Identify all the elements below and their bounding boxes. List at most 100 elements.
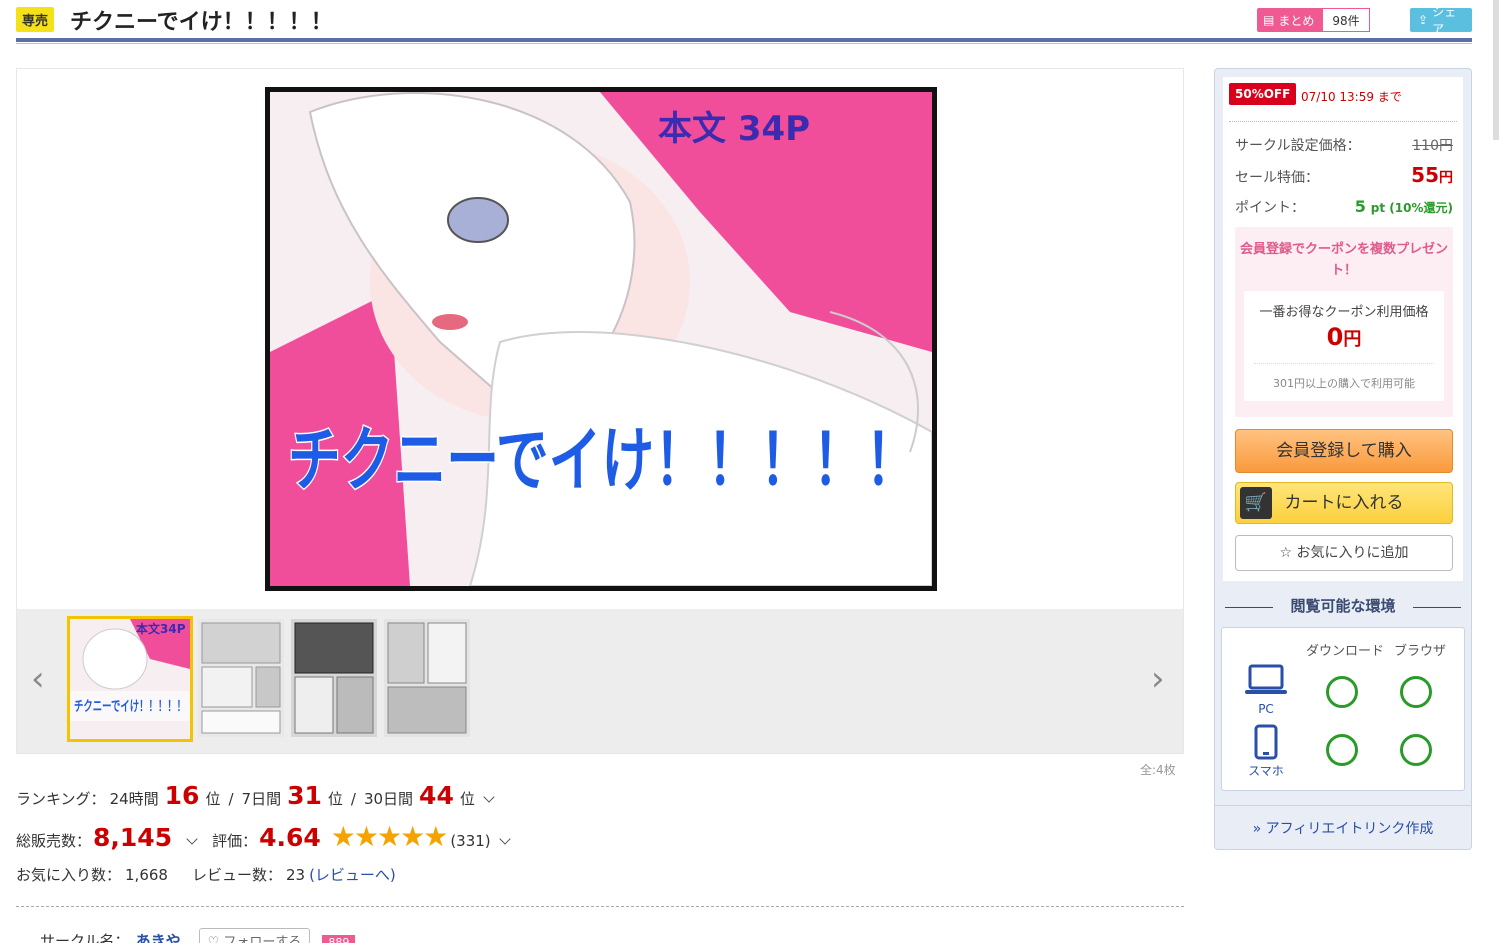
thumbnail-4[interactable] (384, 619, 470, 737)
sales-label: 総販売数： (16, 832, 92, 850)
thumbnail-1-title: チクニーでイけ！！！！！ (74, 699, 186, 715)
rating-label: 評価： (212, 832, 258, 850)
purchase-sidebar: 50%OFF 07/10 13:59 まで サークル設定価格： 110円 セール… (1214, 68, 1472, 850)
section-divider (16, 906, 1184, 907)
favorites-row: お気に入り数： 1,668 レビュー数： 23 (レビューへ) (16, 864, 396, 885)
divider (1229, 121, 1457, 122)
list-price-label: サークル設定価格： (1235, 138, 1361, 154)
sale-badge: 50%OFF (1229, 83, 1297, 105)
heart-icon: ♡ (207, 935, 220, 943)
ranking-label: ランキング： (16, 790, 106, 808)
coupon-price-unit: 円 (1343, 329, 1362, 350)
exclusive-badge: 専売 (16, 7, 55, 32)
matome-label-wrap: ▤ まとめ (1257, 8, 1323, 32)
reviews-label: レビュー数： (191, 866, 282, 884)
rank-unit-3: 位 (459, 790, 475, 808)
matome-button[interactable]: ▤ まとめ 98件 (1257, 8, 1370, 32)
point-note: pt (10%還元) (1370, 201, 1453, 215)
smartphone-label: スマホ (1248, 764, 1284, 778)
add-to-cart-button[interactable]: 🛒 カートに入れる (1235, 482, 1453, 524)
cart-button-label: カートに入れる (1284, 493, 1404, 513)
share-icon: ⇪ (1418, 13, 1429, 27)
affiliate-link[interactable]: » アフィリエイトリンク作成 (1215, 805, 1471, 838)
pc-download-ok-icon (1326, 676, 1358, 708)
main-product-image[interactable]: 本文 34P チクニーでイけ！！！！！ (265, 87, 937, 591)
sale-price-unit: 円 (1439, 170, 1453, 186)
rank-30d-label: 30日間 (363, 790, 414, 808)
cover-title-text: チクニーでイけ！！！！！ (288, 419, 918, 501)
sale-price-row: セール特価： 55円 (1235, 163, 1453, 187)
follow-button[interactable]: ♡ フォローする (198, 928, 311, 943)
pc-browser-ok-icon (1400, 676, 1432, 708)
ranking-row: ランキング： 24時間 16 位 / 7日間 31 位 / 30日間 44 位 (16, 781, 503, 810)
point-label: ポイント： (1235, 200, 1305, 216)
environment-title: 閲覧可能な環境 (1290, 597, 1396, 615)
buy-box: 50%OFF 07/10 13:59 まで サークル設定価格： 110円 セール… (1223, 77, 1463, 581)
rank-unit-2: 位 (327, 790, 343, 808)
sale-price: 55 (1411, 163, 1439, 187)
favorites-label: お気に入り数： (16, 866, 122, 884)
product-gallery: 本文 34P チクニーでイけ！！！！！ ‹ 本文34P チクニーでイけ！！！！！ (16, 68, 1184, 754)
cart-icon: 🛒 (1240, 487, 1272, 519)
star-rating-icon: ★★★★★ (330, 820, 449, 853)
points-row: ポイント： 5 pt (10%還元) (1235, 197, 1453, 217)
star-outline-icon: ☆ (1279, 545, 1293, 561)
env-title-line-right (1413, 607, 1461, 608)
reviews-value: 23 (285, 866, 306, 884)
thumbnail-3-image (291, 619, 377, 737)
thumbnail-3[interactable] (291, 619, 377, 737)
coupon-box: 会員登録でクーポンを複数プレゼント！ 一番お得なクーポン利用価格 0円 301円… (1235, 227, 1453, 417)
follower-count: 889 (322, 935, 356, 943)
thumbnail-strip: ‹ 本文34P チクニーでイけ！！！！！ › (17, 609, 1183, 753)
pc-label: PC (1258, 702, 1274, 716)
coupon-note: 301円以上の購入で利用可能 (1273, 377, 1415, 390)
thumbnail-1-image: 本文34P チクニーでイけ！！！！！ (70, 619, 190, 739)
rank-7d-label: 7日間 (241, 790, 282, 808)
title-row: 専売 チクニーでイけ！！！！！ ▤ まとめ 98件 ⇪ シェア (16, 4, 1472, 40)
share-button[interactable]: ⇪ シェア (1410, 5, 1472, 36)
rank-24h-value: 16 (164, 781, 200, 810)
sale-price-label: セール特価： (1235, 170, 1319, 186)
share-label: シェア (1432, 5, 1457, 36)
scrollbar[interactable] (1493, 0, 1499, 140)
sales-value: 8,145 (93, 823, 173, 852)
matome-count: 98件 (1322, 8, 1370, 32)
chevron-down-icon[interactable] (498, 833, 511, 845)
separator-slash-2: / (350, 790, 356, 808)
sales-rating-row: 総販売数： 8,145 評価： 4.64 ★★★★★ (331) (16, 820, 519, 853)
chevron-right-icon[interactable]: › (1151, 659, 1165, 699)
list-icon: ▤ (1263, 13, 1275, 27)
chevron-down-icon[interactable] (186, 833, 198, 845)
pc-icon (1244, 664, 1288, 702)
browser-column-header: ブラウザ (1394, 644, 1447, 659)
pages-text: 本文 34P (658, 109, 810, 149)
rank-30d-value: 44 (419, 781, 454, 810)
coupon-card: 一番お得なクーポン利用価格 0円 301円以上の購入で利用可能 (1244, 291, 1444, 401)
sale-until: 07/10 13:59 まで (1301, 90, 1402, 104)
coupon-divider (1254, 363, 1434, 364)
page-title: チクニーでイけ！！！！！ (70, 10, 333, 35)
register-and-buy-button[interactable]: 会員登録して購入 (1235, 429, 1453, 473)
chevron-down-icon[interactable] (483, 791, 495, 803)
title-divider-thin (16, 43, 1472, 44)
cover-artwork: 本文 34P チクニーでイけ！！！！！ (270, 92, 932, 586)
circle-name-link[interactable]: あきや (136, 930, 181, 943)
environment-table: ダウンロード ブラウザ PC スマホ (1221, 627, 1465, 791)
thumbnail-2[interactable] (198, 619, 284, 737)
image-count: 全:4枚 (1140, 763, 1176, 777)
title-divider (16, 38, 1472, 42)
coupon-price-wrap: 0円 (1244, 323, 1444, 351)
reviews-link[interactable]: (レビューへ) (309, 864, 396, 885)
coupon-price: 0 (1326, 323, 1344, 351)
rank-7d-value: 31 (287, 781, 322, 810)
thumbnail-1[interactable]: 本文34P チクニーでイけ！！！！！ (67, 616, 193, 742)
chevron-left-icon[interactable]: ‹ (31, 659, 45, 699)
phone-browser-ok-icon (1400, 734, 1432, 766)
product-page: 専売 チクニーでイけ！！！！！ ▤ まとめ 98件 ⇪ シェア 本文 34P チ… (0, 0, 1499, 943)
circle-label: サークル名： (40, 932, 130, 943)
separator-slash-1: / (228, 790, 234, 808)
point-value: 5 (1354, 197, 1366, 216)
list-price: 110円 (1412, 138, 1453, 154)
follow-label: フォローする (223, 935, 302, 943)
add-to-favorites-button[interactable]: ☆ お気に入りに追加 (1235, 535, 1453, 571)
